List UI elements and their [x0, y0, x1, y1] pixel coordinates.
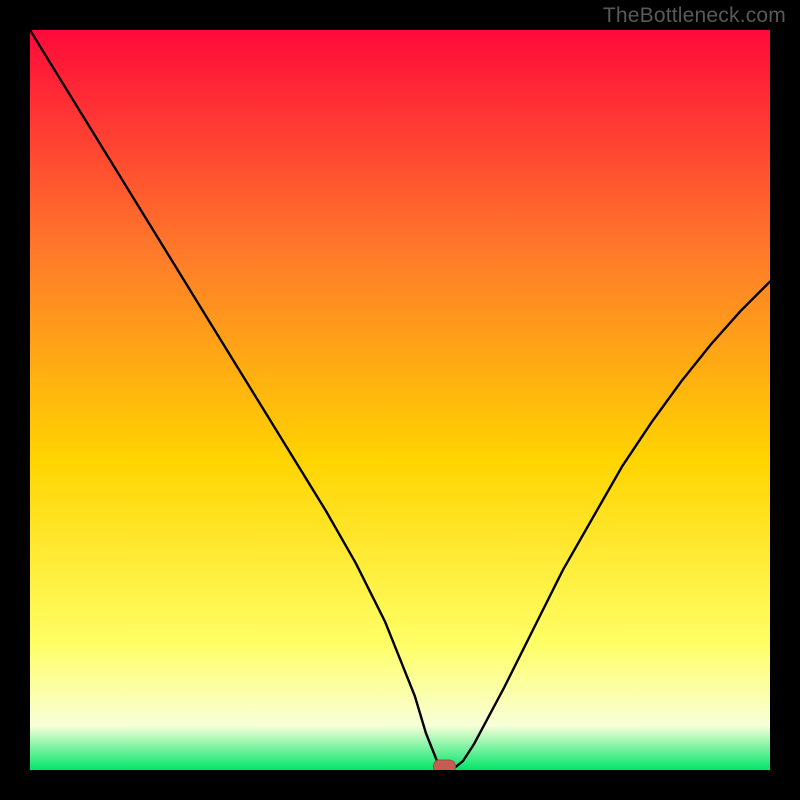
- plot-area: [30, 30, 770, 770]
- chart-container: TheBottleneck.com: [0, 0, 800, 800]
- optimum-marker: [433, 760, 455, 770]
- bottleneck-chart: [30, 30, 770, 770]
- watermark-text: TheBottleneck.com: [603, 4, 786, 28]
